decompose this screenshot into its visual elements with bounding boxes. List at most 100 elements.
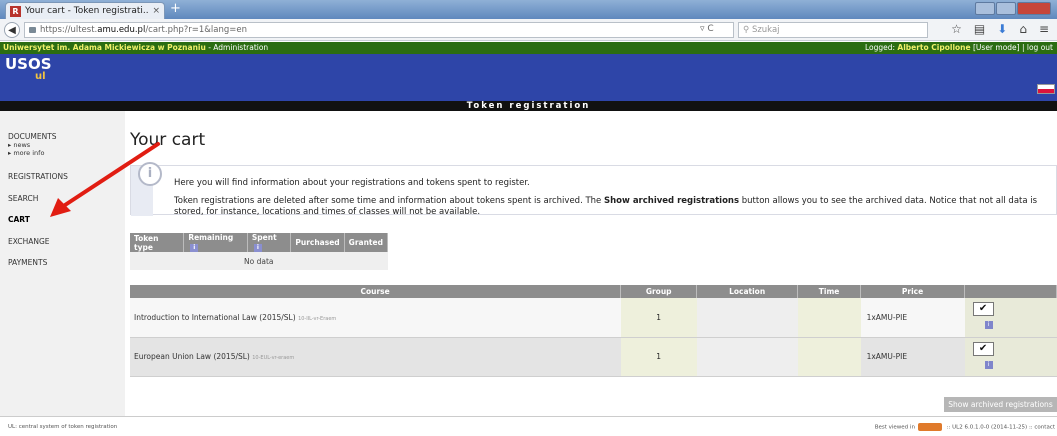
sidebar-item-search[interactable]: SEARCH	[8, 194, 38, 203]
course-name-link[interactable]: European Union Law (2015/SL)	[134, 352, 250, 361]
reading-list-icon[interactable]: ▤	[974, 22, 985, 36]
reload-icon[interactable]: ▿ C	[700, 24, 714, 34]
footer-system-name: UL: central system of token registration	[8, 424, 118, 430]
remaining-label: Remaining	[188, 233, 234, 242]
granted-header: Granted	[344, 233, 389, 252]
url-bar[interactable]: https://ultest. amu.edu.pl/cart.php?r=1&l…	[24, 22, 734, 38]
confirm-checkmark-button[interactable]: ✔	[972, 341, 994, 356]
sidebar-item-exchange[interactable]: EXCHANGE	[8, 237, 50, 246]
price-cell: 1xAMU-PIE	[860, 337, 965, 377]
spent-label: Spent	[251, 233, 277, 242]
spent-info-icon[interactable]: i	[253, 244, 262, 252]
maximize-button[interactable]	[996, 2, 1016, 15]
window-controls	[975, 2, 1051, 15]
price-cell: 1xAMU-PIE	[860, 298, 965, 338]
version-contact[interactable]: :: UL2 6.0.1.0-0 (2014-11-25) :: contact	[945, 425, 1055, 431]
show-archived-registrations-button[interactable]: Show archived registrations	[944, 397, 1057, 412]
info-archive-part1: Token registrations are deleted after so…	[174, 196, 604, 206]
sidebar-item-documents[interactable]: DOCUMENTS	[8, 132, 57, 141]
course-cell: Introduction to International Law (2015/…	[130, 298, 621, 338]
token-table: Token type Remaining i Spent i Purchased G…	[130, 233, 389, 270]
token-type-header: Token type	[130, 233, 185, 252]
main-content: Your cart i Here you will find informati…	[125, 111, 1057, 416]
footer-info: Best viewed in :: UL2 6.0.1.0-0 (2014-11…	[875, 423, 1055, 431]
confirm-checkmark-button[interactable]: ✔	[972, 302, 994, 316]
course-cell: European Union Law (2015/SL) 10-EUL-vr-e…	[130, 337, 621, 377]
bookmark-star-icon[interactable]: ☆	[951, 22, 962, 36]
home-icon[interactable]: ⌂	[1019, 22, 1027, 36]
university-name[interactable]: Uniwersytet im. Adama Mickiewicza w Pozn…	[3, 43, 206, 52]
location-header: Location	[696, 285, 799, 298]
location-cell	[696, 298, 798, 338]
remaining-header: Remaining i	[183, 233, 248, 252]
course-header: Course	[130, 285, 622, 298]
course-name-link[interactable]: Introduction to International Law (2015/…	[134, 313, 296, 322]
url-host: amu.edu.pl	[97, 25, 146, 35]
group-cell: 1	[620, 337, 697, 377]
group-header: Group	[620, 285, 698, 298]
close-tab-icon[interactable]: ×	[152, 6, 160, 16]
flag-red-stripe	[1038, 89, 1054, 93]
actions-cell: ✔ i	[964, 298, 1057, 338]
new-tab-button[interactable]: +	[170, 2, 181, 16]
url-prefix: https://ultest.	[40, 25, 98, 35]
search-placeholder: Szukaj	[751, 25, 780, 35]
best-viewed-label: Best viewed in	[874, 424, 915, 431]
download-icon[interactable]: ⬇	[997, 22, 1007, 36]
user-mode-logout[interactable]: [User mode] | log out	[971, 43, 1053, 52]
table-row: Introduction to International Law (2015/…	[130, 298, 1057, 338]
group-cell: 1	[620, 298, 697, 338]
search-icon: ⚲	[743, 25, 752, 35]
close-window-button[interactable]	[1017, 2, 1051, 15]
table-row: European Union Law (2015/SL) 10-EUL-vr-e…	[130, 337, 1057, 377]
course-code: 10-EUL-vr-eraem	[252, 355, 295, 361]
minimize-button[interactable]	[975, 2, 995, 15]
remaining-info-icon[interactable]: i	[190, 244, 199, 252]
sidebar-item-registrations[interactable]: REGISTRATIONS	[8, 172, 68, 181]
course-code: 10-IIL-vr-Eraem	[298, 315, 337, 322]
row-info-icon[interactable]: i	[984, 360, 993, 369]
university-bar: Uniwersytet im. Adama Mickiewicza w Pozn…	[0, 42, 1057, 54]
lock-icon	[29, 27, 36, 33]
browser-nav-bar: ◀ https://ultest. amu.edu.pl/cart.php?r=1…	[0, 19, 1057, 41]
browser-search-input[interactable]: ⚲ Szukaj	[738, 22, 928, 38]
usos-logo-sub: ul	[35, 71, 46, 82]
firefox-badge-icon[interactable]	[917, 423, 942, 431]
sidebar-item-payments[interactable]: PAYMENTS	[8, 258, 47, 267]
row-info-icon[interactable]: i	[984, 321, 993, 329]
browser-tab[interactable]: R Your cart - Token registrati... ×	[5, 2, 165, 19]
no-data-cell: No data	[130, 252, 388, 270]
sidebar-item-news[interactable]: ▸ news	[8, 141, 30, 149]
usos-header: USOS ul	[0, 54, 1057, 101]
login-info: Logged: Alberto Cipollone [User mode] | …	[865, 42, 1053, 54]
url-path: /cart.php?r=1&lang=en	[145, 25, 248, 35]
spent-header: Spent i	[247, 233, 292, 252]
app-title-bar: Token registration	[0, 101, 1057, 111]
sidebar: DOCUMENTS ▸ news ▸ more info REGISTRATIO…	[0, 111, 125, 416]
info-icon: i	[138, 162, 162, 186]
info-archive-bold: Show archived registrations	[604, 196, 740, 206]
logged-label: Logged:	[864, 43, 898, 52]
token-table-header: Token type Remaining i Spent i Purchased G…	[130, 233, 389, 252]
footer: UL: central system of token registration…	[0, 416, 1057, 436]
token-table-empty-row: No data	[130, 252, 388, 270]
tab-title: Your cart - Token registrati...	[25, 6, 150, 16]
price-header: Price	[860, 285, 966, 298]
time-cell	[797, 337, 861, 377]
menu-icon[interactable]: ≡	[1039, 22, 1049, 36]
actions-cell: ✔ i	[964, 337, 1057, 377]
purchased-header: Purchased	[290, 233, 345, 252]
back-button[interactable]: ◀	[4, 22, 20, 38]
time-cell	[797, 298, 861, 338]
favicon-icon: R	[10, 5, 21, 17]
actions-header	[964, 285, 1057, 298]
time-header: Time	[797, 285, 862, 298]
sidebar-item-more-info[interactable]: ▸ more info	[8, 149, 44, 157]
page-title: Your cart	[130, 130, 206, 150]
usos-logo[interactable]: USOS	[5, 56, 52, 72]
logged-user: Alberto Cipollone	[897, 43, 971, 52]
course-table-header: Course Group Location Time Price	[130, 285, 1057, 298]
polish-flag-icon[interactable]	[1037, 84, 1055, 94]
course-table: Course Group Location Time Price Introdu…	[130, 285, 1057, 377]
sidebar-item-cart[interactable]: CART	[8, 215, 30, 224]
